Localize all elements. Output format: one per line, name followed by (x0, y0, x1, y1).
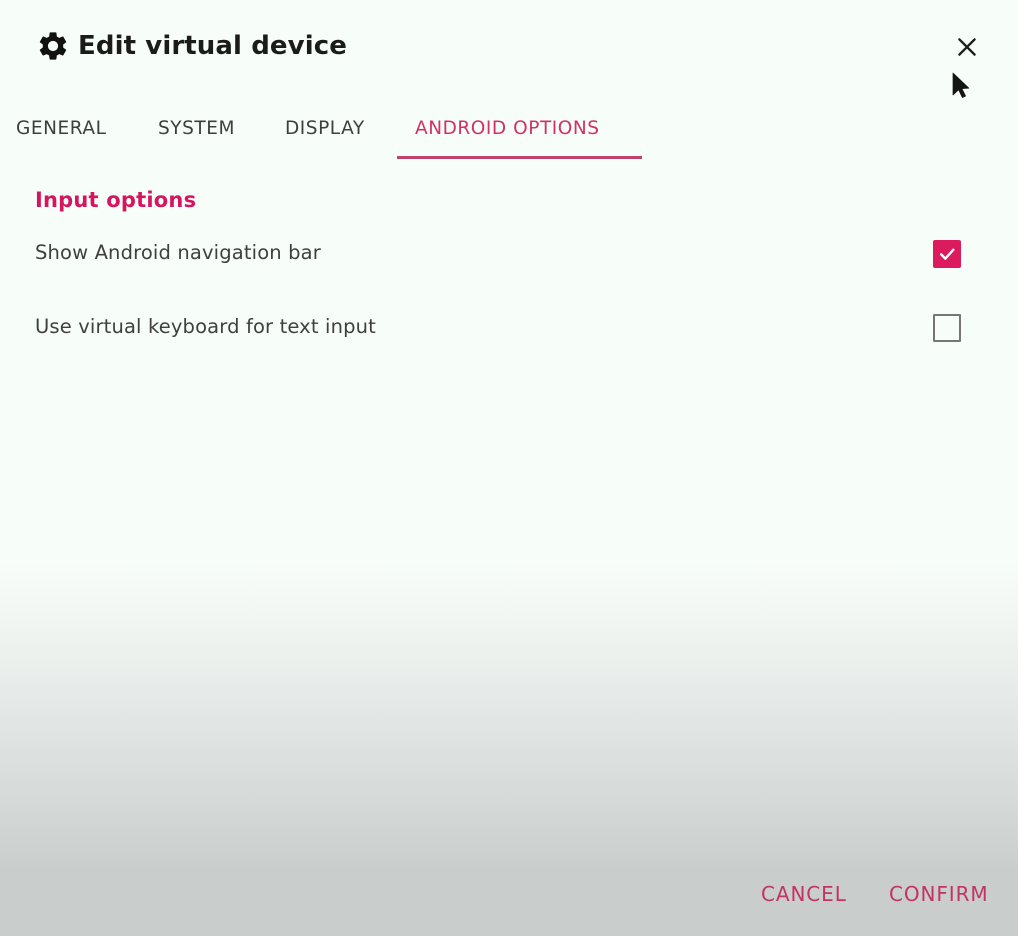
tab-system[interactable]: SYSTEM (158, 114, 235, 144)
dialog-footer: CANCEL CONFIRM (0, 858, 1018, 936)
cancel-button[interactable]: CANCEL (761, 880, 847, 908)
tab-general[interactable]: GENERAL (16, 114, 106, 144)
tab-android-options[interactable]: ANDROID OPTIONS (415, 114, 600, 144)
page-title: Edit virtual device (78, 31, 347, 61)
option-row-use-virtual-keyboard[interactable]: Use virtual keyboard for text input (0, 311, 1018, 357)
checkbox-show-android-navigation-bar[interactable] (933, 240, 961, 268)
section-heading-input-options: Input options (35, 188, 197, 212)
active-tab-indicator (397, 156, 642, 159)
option-label: Show Android navigation bar (35, 241, 321, 264)
tab-display[interactable]: DISPLAY (285, 114, 365, 144)
gear-icon (36, 29, 70, 63)
close-icon[interactable] (950, 30, 984, 64)
edit-virtual-device-dialog: Edit virtual device GENERAL SYSTEM DISPL… (0, 0, 1018, 936)
option-row-show-android-navigation-bar[interactable]: Show Android navigation bar (0, 237, 1018, 283)
checkbox-use-virtual-keyboard[interactable] (933, 314, 961, 342)
confirm-button[interactable]: CONFIRM (889, 880, 989, 908)
dialog-header: Edit virtual device (0, 0, 1018, 96)
tab-bar: GENERAL SYSTEM DISPLAY ANDROID OPTIONS (0, 114, 1018, 162)
option-label: Use virtual keyboard for text input (35, 315, 376, 338)
